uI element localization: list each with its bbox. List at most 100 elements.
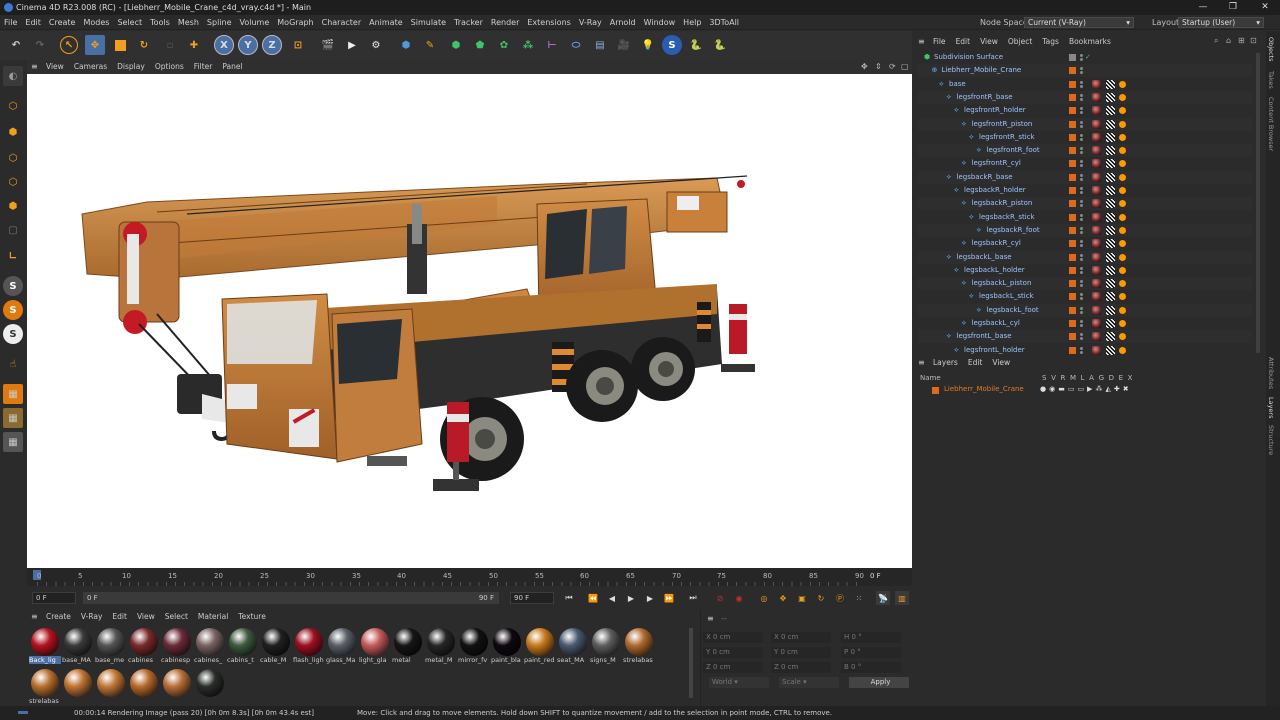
axis-mode-icon[interactable]: ∟ bbox=[3, 246, 23, 266]
menu-3dtoall[interactable]: 3DToAll bbox=[705, 15, 743, 30]
editor-visibility-dot[interactable] bbox=[1080, 147, 1083, 151]
texture-tag-icon[interactable] bbox=[1106, 319, 1115, 328]
texture-tag-icon[interactable] bbox=[1106, 132, 1115, 142]
snap-settings-icon[interactable]: S bbox=[3, 300, 23, 320]
grid-icon[interactable]: ▦ bbox=[3, 408, 23, 428]
tab-objects[interactable]: Objects bbox=[1267, 37, 1275, 62]
layer-color-swatch[interactable] bbox=[1069, 253, 1076, 261]
workplane-snap-icon[interactable]: S bbox=[3, 324, 23, 344]
rot-p-field[interactable]: P 0 ° bbox=[841, 647, 901, 658]
layer-color-swatch[interactable] bbox=[1069, 200, 1076, 208]
model-mode-icon[interactable]: ⬡ bbox=[3, 96, 23, 116]
obj-menu-tags[interactable]: Tags bbox=[1037, 35, 1064, 49]
render-visibility-dot[interactable] bbox=[1080, 58, 1083, 61]
phong-tag-icon[interactable] bbox=[1119, 320, 1126, 327]
texture-mode-icon[interactable]: ⬢ bbox=[3, 122, 23, 142]
start-frame-field[interactable]: 0 F bbox=[32, 592, 76, 604]
obj-menu-file[interactable]: File bbox=[928, 35, 951, 49]
object-name[interactable]: legsbackR_foot bbox=[987, 224, 1040, 237]
object-row[interactable]: ⟡ legsbackL_holder bbox=[918, 264, 1252, 277]
editor-visibility-dot[interactable] bbox=[1080, 173, 1083, 177]
object-row[interactable]: ⟡ legsbackR_holder bbox=[918, 184, 1252, 197]
layer-color-swatch[interactable] bbox=[1069, 226, 1076, 234]
play-icon[interactable]: ▶ bbox=[624, 591, 638, 605]
mat-menu-create[interactable]: Create bbox=[41, 610, 76, 624]
object-row[interactable]: ⟡ legsfrontL_base bbox=[918, 330, 1252, 344]
texture-tag-icon[interactable] bbox=[1106, 212, 1115, 222]
end-frame-field[interactable]: 90 F bbox=[510, 592, 554, 604]
apply-button[interactable]: Apply bbox=[849, 677, 909, 688]
material-swatch[interactable]: metal_M bbox=[425, 626, 457, 666]
size-x-field[interactable]: X 0 cm bbox=[771, 632, 831, 643]
3d-viewport[interactable] bbox=[27, 74, 912, 568]
tab-layers[interactable]: Layers bbox=[1267, 397, 1275, 419]
menu-help[interactable]: Help bbox=[679, 15, 705, 30]
obj-menu-bookmarks[interactable]: Bookmarks bbox=[1064, 35, 1116, 49]
pos-z-field[interactable]: Z 0 cm bbox=[703, 662, 763, 673]
render-view-icon[interactable]: 🎬 bbox=[318, 35, 338, 55]
phong-tag-icon[interactable] bbox=[1119, 333, 1126, 341]
phong-tag-icon[interactable] bbox=[1119, 160, 1126, 168]
layer-menu-layers[interactable]: Layers bbox=[928, 356, 963, 370]
z-axis-lock-icon[interactable]: Z bbox=[262, 35, 282, 55]
menu-tracker[interactable]: Tracker bbox=[450, 15, 487, 30]
hamburger-icon[interactable]: ≡ bbox=[27, 612, 41, 621]
editor-visibility-dot[interactable] bbox=[1080, 120, 1083, 124]
tab-structure[interactable]: Structure bbox=[1267, 425, 1275, 455]
material-swatch[interactable] bbox=[161, 667, 193, 707]
material-swatch[interactable]: strelabas bbox=[29, 667, 61, 707]
render-settings-icon[interactable]: ⚙ bbox=[366, 35, 386, 55]
editor-visibility-dot[interactable] bbox=[1080, 93, 1083, 97]
editor-visibility-dot[interactable] bbox=[1080, 346, 1083, 350]
vp-menu-panel[interactable]: Panel bbox=[217, 60, 247, 74]
python-script-icon[interactable]: 🐍 bbox=[710, 35, 730, 55]
cube-icon[interactable]: ⬢ bbox=[396, 35, 416, 55]
material-swatch[interactable]: light_gla bbox=[359, 626, 391, 666]
object-row[interactable]: ⟡ legsbackL_cyl bbox=[918, 317, 1252, 330]
object-name[interactable]: legsfrontR_stick bbox=[979, 131, 1035, 144]
material-tag-icon[interactable] bbox=[1092, 119, 1101, 129]
texture-tag-icon[interactable] bbox=[1106, 332, 1115, 342]
object-row[interactable]: ⟡ legsbackR_cyl bbox=[918, 237, 1252, 250]
phong-tag-icon[interactable] bbox=[1119, 280, 1126, 288]
object-name[interactable]: legsfrontR_piston bbox=[972, 118, 1033, 131]
close-button[interactable]: ✕ bbox=[1250, 0, 1280, 15]
object-name[interactable]: legsbackR_holder bbox=[964, 184, 1026, 197]
object-row[interactable]: ⟡ legsfrontR_foot bbox=[918, 144, 1252, 158]
texture-tag-icon[interactable] bbox=[1106, 172, 1115, 182]
texture-tag-icon[interactable] bbox=[1106, 345, 1115, 355]
next-frame-icon[interactable]: ▶ bbox=[643, 591, 657, 605]
object-name[interactable]: legsfrontL_holder bbox=[964, 344, 1025, 357]
material-tag-icon[interactable] bbox=[1092, 319, 1101, 328]
texture-tag-icon[interactable] bbox=[1106, 186, 1115, 195]
material-swatch[interactable]: flash_ligh bbox=[293, 626, 325, 666]
coordinate-system-icon[interactable]: ⊡ bbox=[288, 35, 308, 55]
workplane-icon[interactable]: ▦ bbox=[3, 432, 23, 452]
menu-mesh[interactable]: Mesh bbox=[174, 15, 203, 30]
material-swatch[interactable]: glass_Ma bbox=[326, 626, 358, 666]
phong-tag-icon[interactable] bbox=[1119, 293, 1126, 301]
motion-tracker-icon[interactable]: 📡 bbox=[876, 591, 890, 605]
material-swatch[interactable]: cabines_ bbox=[194, 626, 226, 666]
object-row[interactable]: ⟡ legsbackL_foot bbox=[918, 303, 1252, 317]
lock-workplane-icon[interactable]: ☝ bbox=[3, 354, 23, 374]
material-tag-icon[interactable] bbox=[1092, 225, 1101, 235]
render-visibility-dot[interactable] bbox=[1080, 164, 1083, 168]
object-row[interactable]: ⟡ legsfrontL_holder bbox=[918, 344, 1252, 357]
object-row[interactable]: ⟡ legsfrontR_piston bbox=[918, 117, 1252, 131]
layer-flag-icons[interactable]: ●◉▬▭▭▶⁂◭✚✖ bbox=[1040, 385, 1132, 393]
material-swatch[interactable] bbox=[62, 667, 94, 707]
go-to-end-icon[interactable]: ⏭ bbox=[686, 591, 700, 605]
layer-color-swatch[interactable] bbox=[1069, 213, 1076, 221]
phong-tag-icon[interactable] bbox=[1119, 147, 1126, 155]
layer-menu-edit[interactable]: Edit bbox=[963, 356, 988, 370]
rotate-tool-icon[interactable]: ↻ bbox=[134, 35, 154, 55]
editor-visibility-dot[interactable] bbox=[1080, 200, 1083, 204]
editor-visibility-dot[interactable] bbox=[1080, 333, 1083, 337]
menu-file[interactable]: File bbox=[0, 15, 21, 30]
object-row[interactable]: ⟡ legsfrontR_base bbox=[918, 90, 1252, 104]
render-visibility-dot[interactable] bbox=[1080, 71, 1083, 75]
snap-icon[interactable]: S bbox=[3, 276, 23, 296]
vp-menu-view[interactable]: View bbox=[41, 60, 69, 74]
undo-icon[interactable]: ↶ bbox=[6, 35, 26, 55]
